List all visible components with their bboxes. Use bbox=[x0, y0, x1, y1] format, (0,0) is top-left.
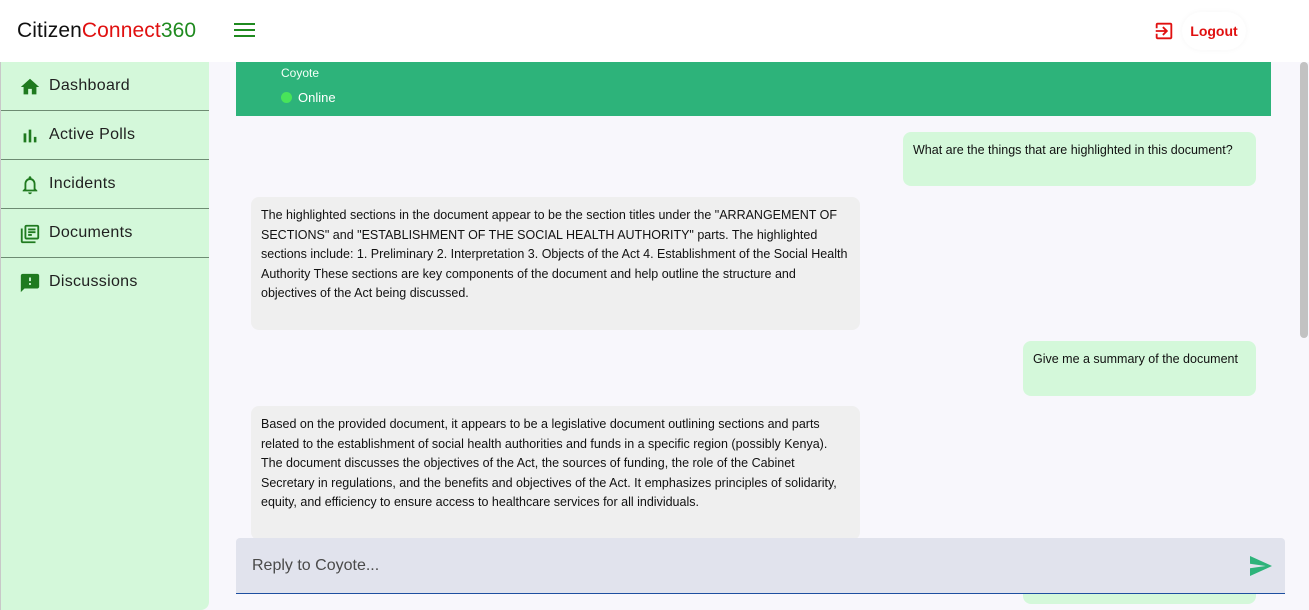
logout-button[interactable]: Logout bbox=[1182, 12, 1246, 50]
status-text: Online bbox=[298, 90, 336, 105]
logo-360: 360 bbox=[160, 19, 197, 42]
send-icon[interactable] bbox=[1249, 555, 1273, 577]
sidebar-item-incidents[interactable]: Incidents bbox=[1, 160, 209, 209]
sidebar-item-dashboard[interactable]: Dashboard bbox=[1, 62, 209, 111]
logout-icon[interactable] bbox=[1153, 20, 1175, 42]
user-message: Give me a summary of the document bbox=[1023, 341, 1256, 396]
feedback-icon bbox=[19, 272, 41, 294]
scrollbar[interactable] bbox=[1299, 62, 1309, 610]
bell-icon bbox=[19, 174, 41, 196]
sidebar: Dashboard Active Polls Incidents Documen… bbox=[0, 62, 209, 610]
logo-citizen: Citizen bbox=[17, 19, 82, 42]
bar-chart-icon bbox=[19, 125, 41, 147]
online-status-dot bbox=[281, 92, 292, 103]
hamburger-menu-icon[interactable] bbox=[234, 22, 256, 40]
scrollbar-thumb[interactable] bbox=[1300, 62, 1308, 338]
sidebar-item-label: Documents bbox=[49, 224, 133, 241]
sidebar-item-active-polls[interactable]: Active Polls bbox=[1, 111, 209, 160]
logo-connect: Connect bbox=[81, 19, 161, 42]
sidebar-item-label: Incidents bbox=[49, 175, 116, 192]
sidebar-item-label: Discussions bbox=[49, 273, 138, 290]
user-message: What are the things that are highlighted… bbox=[903, 132, 1256, 186]
app-logo[interactable]: CitizenConnect360 bbox=[17, 18, 196, 44]
sidebar-item-label: Dashboard bbox=[49, 77, 130, 94]
top-bar: CitizenConnect360 Logout bbox=[0, 0, 1309, 62]
home-icon bbox=[19, 76, 41, 98]
reply-bar bbox=[236, 538, 1285, 594]
contact-name: Coyote bbox=[281, 66, 320, 80]
sidebar-item-label: Active Polls bbox=[49, 126, 136, 143]
app-root: CitizenConnect360 Logout Dashboard Activ… bbox=[0, 0, 1309, 610]
bot-message: The highlighted sections in the document… bbox=[251, 197, 860, 330]
library-books-icon bbox=[19, 223, 41, 245]
reply-input[interactable] bbox=[252, 555, 1232, 577]
sidebar-item-discussions[interactable]: Discussions bbox=[1, 258, 209, 307]
sidebar-item-documents[interactable]: Documents bbox=[1, 209, 209, 258]
chat-header: Coyote Online bbox=[236, 62, 1271, 116]
bot-message: Based on the provided document, it appea… bbox=[251, 406, 860, 540]
